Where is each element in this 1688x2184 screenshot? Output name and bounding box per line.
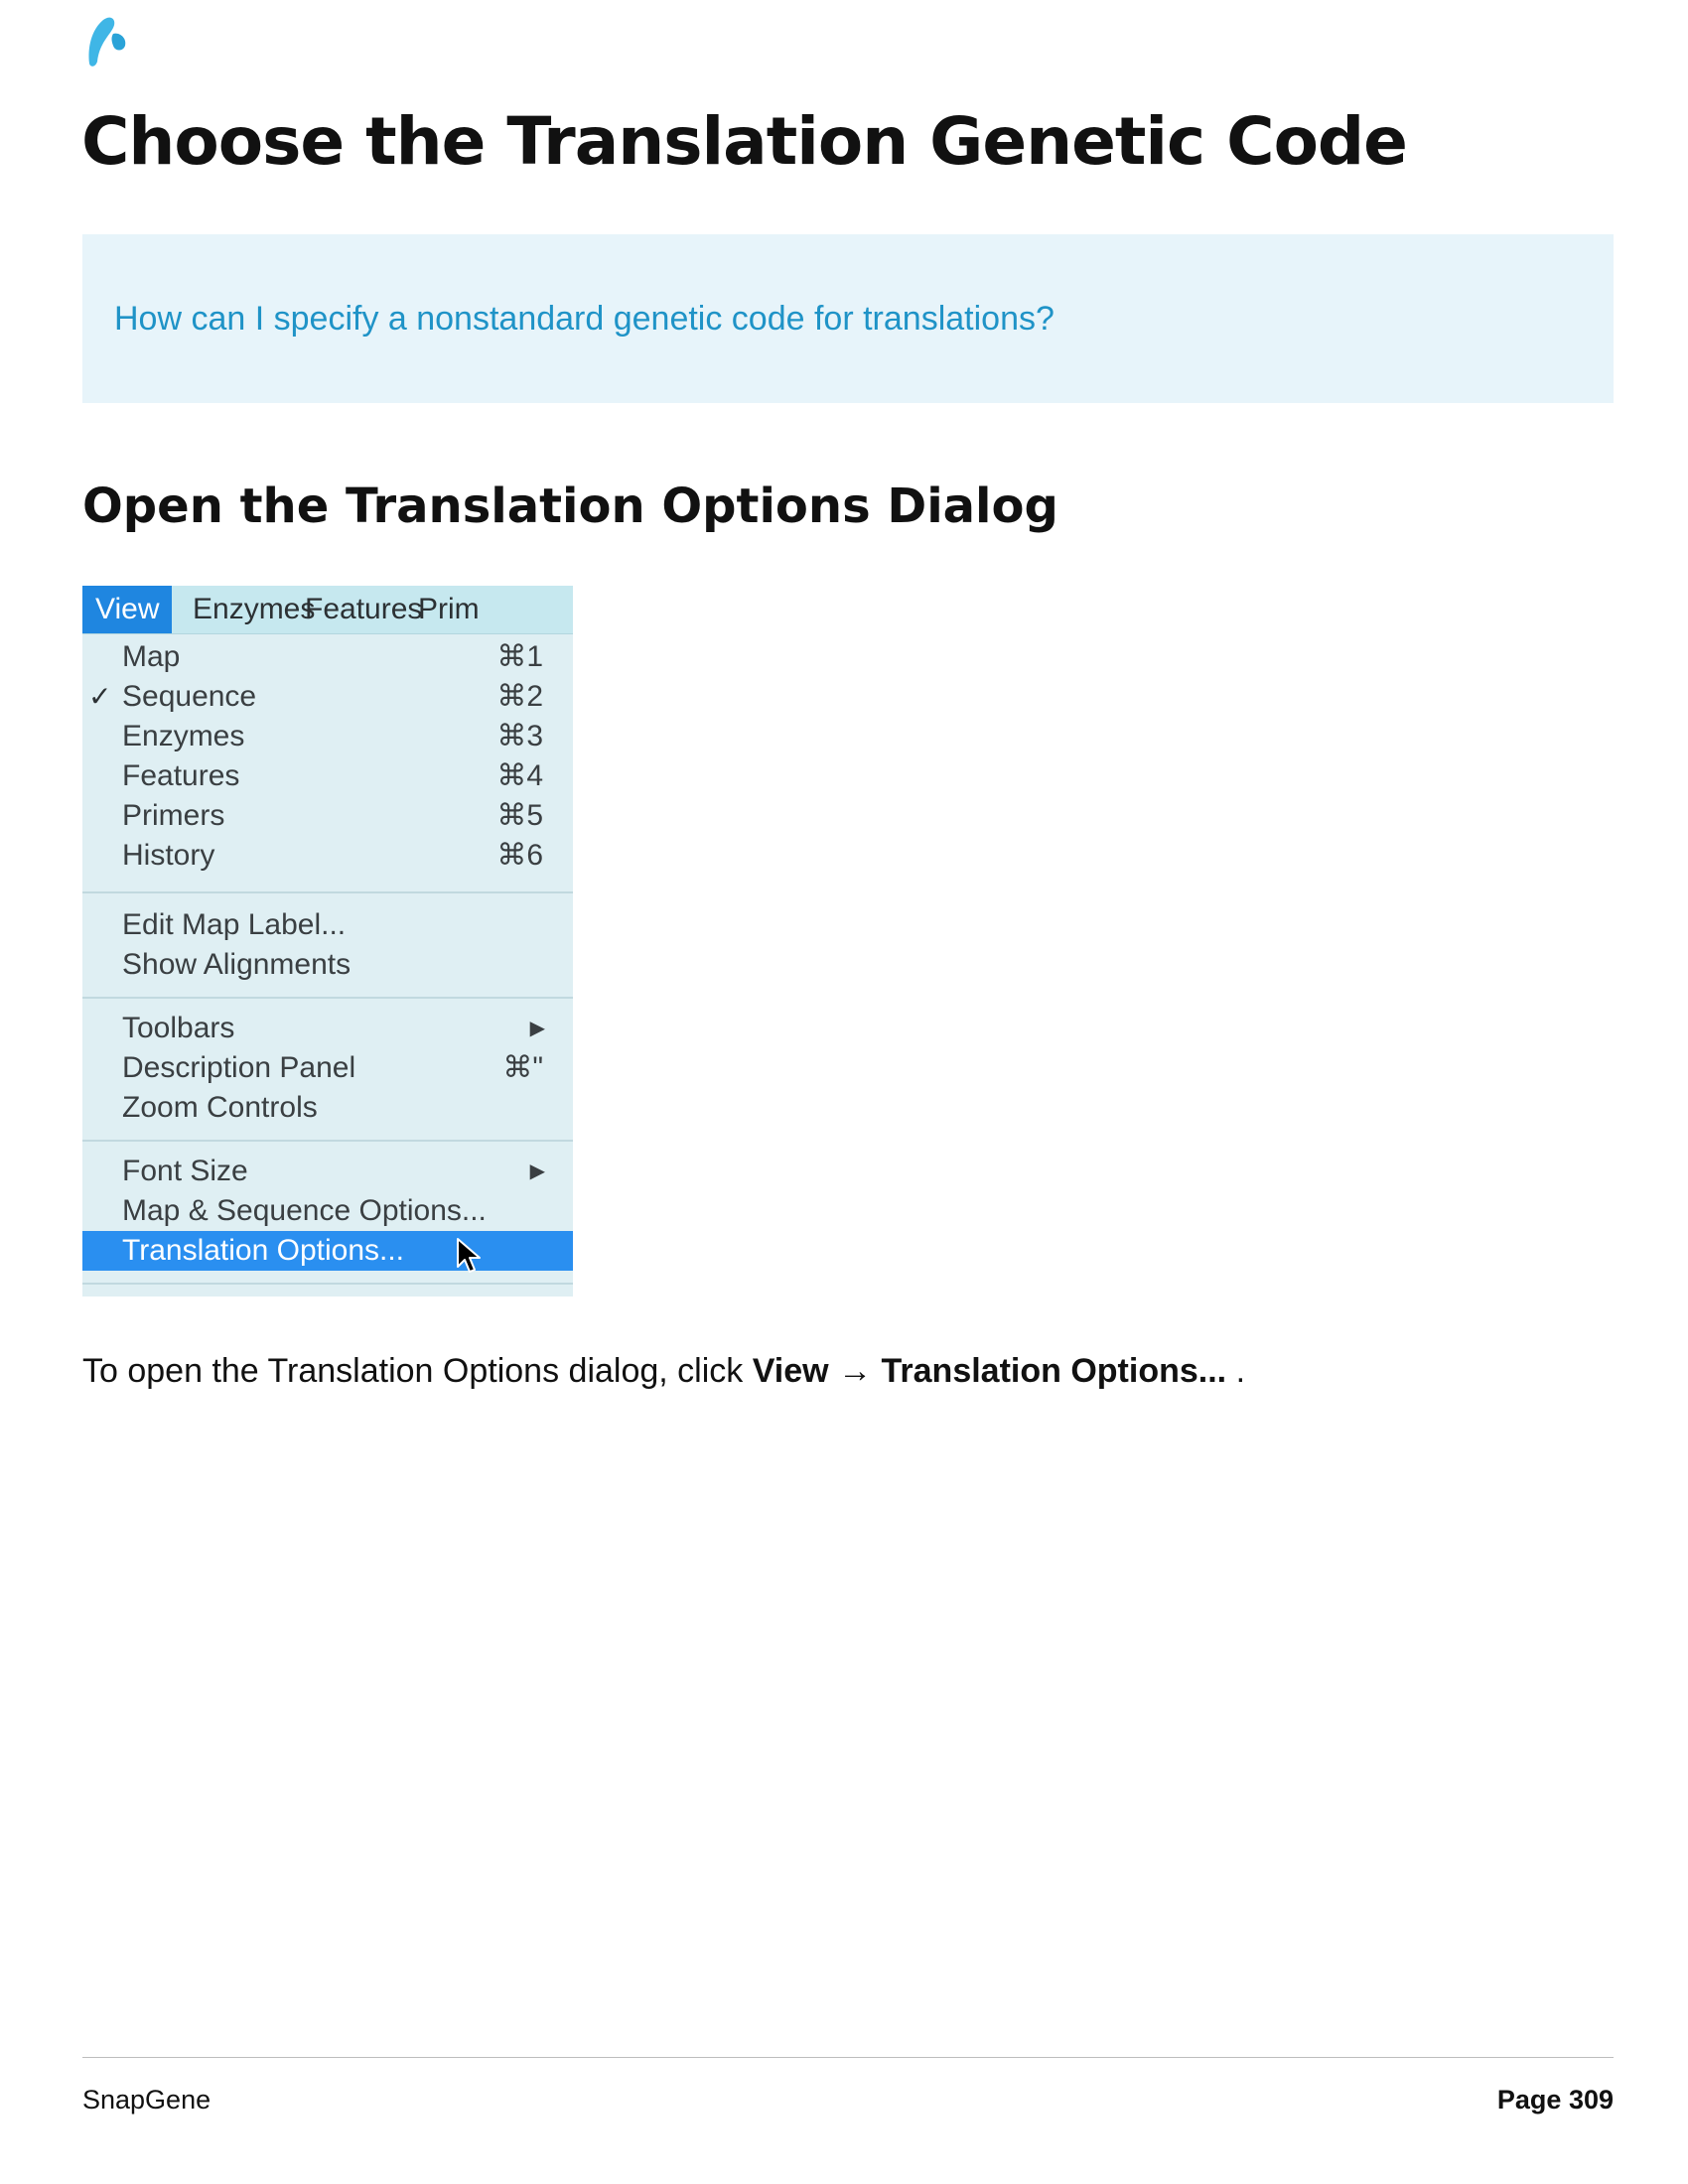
menu-separator (82, 1140, 573, 1142)
menu-separator (82, 891, 573, 893)
instruction-prefix: To open the Translation Options dialog, … (82, 1352, 744, 1390)
mouse-pointer-icon (457, 1238, 481, 1273)
menu-item-enzymes[interactable]: Enzymes ⌘3 (82, 717, 573, 756)
menu-item-shortcut: ⌘5 (496, 799, 543, 832)
question-callout: How can I specify a nonstandard genetic … (82, 234, 1614, 403)
snapgene-logo-icon (88, 17, 126, 67)
instruction-paragraph: To open the Translation Options dialog, … (82, 1352, 1245, 1391)
menu-item-label: Sequence (122, 680, 257, 713)
section-heading: Open the Translation Options Dialog (82, 478, 1058, 534)
menu-item-features[interactable]: Features ⌘4 (82, 756, 573, 796)
instruction-menu-name: View (752, 1352, 829, 1390)
menu-item-translation-options[interactable]: Translation Options... (82, 1231, 573, 1271)
menu-item-label: Enzymes (122, 720, 245, 752)
menu-item-description-panel[interactable]: Description Panel ⌘" (82, 1048, 573, 1088)
menu-separator (82, 997, 573, 999)
page-title: Choose the Translation Genetic Code (81, 103, 1408, 180)
submenu-arrow-icon: ▶ (529, 1018, 545, 1039)
menu-bar-view[interactable]: View (82, 586, 173, 633)
menu-item-label: Toolbars (122, 1012, 235, 1044)
footer-brand: SnapGene (82, 2085, 211, 2115)
menu-bar: View Enzymes Features Prim (82, 586, 573, 634)
menu-item-map[interactable]: Map ⌘1 (82, 637, 573, 677)
menu-bar-primers[interactable]: Prim (405, 586, 492, 633)
submenu-arrow-icon: ▶ (529, 1160, 545, 1182)
menu-item-shortcut: ⌘1 (496, 640, 543, 673)
menu-item-shortcut: ⌘3 (496, 720, 543, 752)
menu-item-label: Edit Map Label... (122, 908, 347, 941)
arrow-glyph: → (838, 1352, 873, 1390)
menu-separator (82, 1283, 573, 1285)
menu-item-show-alignments[interactable]: Show Alignments (82, 945, 573, 985)
menu-item-shortcut: ⌘2 (496, 680, 543, 713)
instruction-menu-item: Translation Options... (881, 1352, 1227, 1390)
menu-item-label: Description Panel (122, 1051, 356, 1084)
menu-item-label: History (122, 839, 215, 872)
view-menu-screenshot: View Enzymes Features Prim Map ⌘1 ✓ Sequ… (82, 586, 573, 1297)
callout-question-text: How can I specify a nonstandard genetic … (114, 300, 1055, 338)
menu-item-label: Zoom Controls (122, 1091, 318, 1124)
menu-item-label: Show Alignments (122, 948, 352, 981)
menu-item-label: Font Size (122, 1155, 248, 1187)
menu-item-zoom-controls[interactable]: Zoom Controls (82, 1088, 573, 1128)
menu-item-shortcut: ⌘6 (496, 839, 543, 872)
menu-item-toolbars[interactable]: Toolbars ▶ (82, 1009, 573, 1048)
menu-item-primers[interactable]: Primers ⌘5 (82, 796, 573, 836)
footer-page-number: Page 309 (1496, 2085, 1614, 2115)
menu-item-map-sequence-options[interactable]: Map & Sequence Options... (82, 1191, 573, 1231)
menu-item-shortcut: ⌘" (502, 1051, 543, 1084)
menu-item-sequence[interactable]: ✓ Sequence ⌘2 (82, 677, 573, 717)
menu-item-history[interactable]: History ⌘6 (82, 836, 573, 876)
menu-item-font-size[interactable]: Font Size ▶ (82, 1152, 573, 1191)
menu-item-label: Primers (122, 799, 225, 832)
menu-item-label: Map & Sequence Options... (122, 1194, 487, 1227)
checkmark-icon: ✓ (88, 681, 112, 712)
menu-item-label: Features (122, 759, 240, 792)
menu-item-shortcut: ⌘4 (496, 759, 543, 792)
menu-item-edit-map-label[interactable]: Edit Map Label... (82, 905, 573, 945)
instruction-suffix: . (1235, 1352, 1246, 1390)
menu-item-label: Translation Options... (122, 1234, 405, 1267)
footer-divider (82, 2057, 1614, 2058)
menu-item-label: Map (122, 640, 181, 673)
